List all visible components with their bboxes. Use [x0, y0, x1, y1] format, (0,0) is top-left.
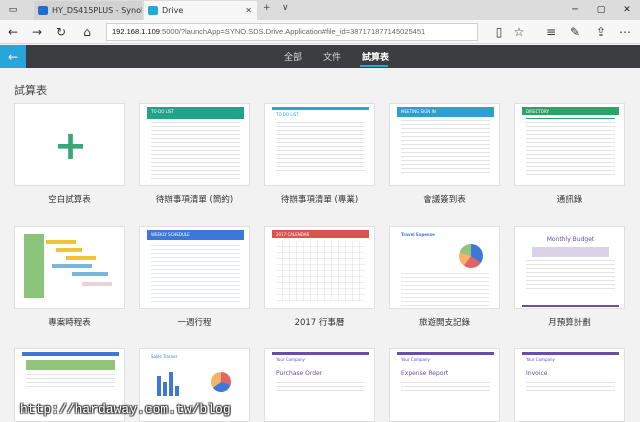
thumb-title: TO-DO LIST [147, 107, 244, 119]
tab-all[interactable]: 全部 [284, 50, 302, 63]
template-label: 一週行程 [177, 318, 212, 328]
browser-nav-bar: ← → ↻ ⌂ 192.168.1.109:5000/?launchApp=SY… [0, 20, 640, 44]
thumb-title: Sales Tracker [151, 354, 178, 359]
template-thumbnail: DIRECTORY [522, 107, 619, 185]
tab-menu-button[interactable]: ∨ [282, 3, 289, 13]
template-label: 空白試算表 [48, 195, 91, 205]
thumb-title: Travel Expense [401, 232, 435, 237]
pie-chart-icon [211, 372, 231, 392]
template-thumbnail: MEETING SIGN IN [397, 107, 494, 185]
company-name: Your Company [401, 357, 430, 362]
maximize-icon[interactable]: ▢ [588, 0, 614, 20]
template-thumbnail: TO DO LIST [272, 107, 369, 185]
template-weekly-schedule[interactable]: WEEKLY SCHEDULE [139, 226, 250, 309]
drive-favicon-icon [148, 6, 158, 15]
template-expense-report[interactable]: Your Company Expense Report [389, 348, 500, 422]
tab-title: Drive [162, 6, 184, 15]
template-travel-expense[interactable]: Travel Expense [389, 226, 500, 309]
template-invoice[interactable]: Your Company Invoice [514, 348, 625, 422]
back-arrow-icon[interactable]: ← [4, 23, 22, 41]
tab-spreadsheets[interactable]: 試算表 [362, 50, 389, 63]
thumb-title: Invoice [526, 370, 548, 377]
template-thumbnail [22, 230, 119, 308]
new-tab-button[interactable]: + [263, 3, 271, 13]
share-icon[interactable]: ⇪ [592, 23, 610, 41]
hub-icon[interactable]: ≡ [542, 23, 560, 41]
plus-icon: + [53, 122, 88, 169]
browser-tab-drive[interactable]: Drive ✕ [144, 1, 257, 20]
tab-list-icon[interactable]: ▭ [0, 0, 26, 20]
tab-documents[interactable]: 文件 [323, 50, 341, 63]
template-thumbnail: WEEKLY SCHEDULE [147, 230, 244, 308]
app-back-arrow-icon[interactable]: ← [0, 45, 26, 68]
template-thumbnail: Your Company Invoice [522, 352, 619, 421]
template-label: 旅遊開支記錄 [418, 318, 470, 328]
template-meeting-signin[interactable]: MEETING SIGN IN [389, 103, 500, 186]
template-thumbnail: 2017 CALENDAR [272, 230, 369, 308]
tab-title: HY_DS415PLUS - Synology | [52, 6, 142, 15]
template-label: 通訊錄 [556, 195, 583, 205]
template-monthly-budget[interactable]: Monthly Budget [514, 226, 625, 309]
template-todo-simple[interactable]: TO-DO LIST [139, 103, 250, 186]
template-blank[interactable]: + [14, 103, 125, 186]
forward-arrow-icon[interactable]: → [28, 23, 46, 41]
drive-app-header: ← 全部 文件 試算表 [0, 45, 640, 68]
company-name: Your Company [276, 357, 305, 362]
template-project-timeline[interactable] [14, 226, 125, 309]
section-title: 試算表 [14, 84, 47, 97]
pen-icon[interactable]: ✎ [566, 23, 584, 41]
template-directory[interactable]: DIRECTORY [514, 103, 625, 186]
template-thumbnail: TO-DO LIST [147, 107, 244, 185]
close-window-icon[interactable]: ✕ [614, 0, 640, 20]
dsm-favicon-icon [38, 6, 48, 15]
template-label: 待辦事項清單 (簡約) [155, 195, 234, 205]
close-tab-icon[interactable]: ✕ [245, 6, 252, 15]
watermark: http://hardaway.com.tw/blog [20, 402, 231, 417]
url-path: :5000/?launchApp=SYNO.SDS.Drive.Applicat… [159, 27, 426, 36]
thumb-title: 2017 CALENDAR [272, 230, 369, 238]
favorite-star-icon[interactable]: ☆ [510, 23, 528, 41]
template-thumbnail: Your Company Expense Report [397, 352, 494, 421]
thumb-title: DIRECTORY [522, 107, 619, 115]
template-todo-pro[interactable]: TO DO LIST [264, 103, 375, 186]
minimize-icon[interactable]: ─ [562, 0, 588, 20]
template-label: 待辦事項清單 (專業) [280, 195, 359, 205]
template-purchase-order[interactable]: Your Company Purchase Order [264, 348, 375, 422]
template-label: 月預算計劃 [548, 318, 591, 328]
reading-view-icon[interactable]: ▯ [490, 23, 508, 41]
refresh-icon[interactable]: ↻ [52, 23, 70, 41]
company-name: Your Company [526, 357, 555, 362]
browser-tab-strip: ▭ HY_DS415PLUS - Synology | Drive ✕ + ∨ … [0, 0, 640, 20]
thumb-title: MEETING SIGN IN [397, 107, 494, 117]
address-bar[interactable]: 192.168.1.109:5000/?launchApp=SYNO.SDS.D… [106, 23, 478, 41]
template-calendar-2017[interactable]: 2017 CALENDAR [264, 226, 375, 309]
thumb-title: Monthly Budget [546, 236, 595, 243]
template-thumbnail: Monthly Budget [522, 230, 619, 308]
browser-tab-synology[interactable]: HY_DS415PLUS - Synology | [34, 1, 142, 20]
pie-chart-icon [459, 244, 483, 268]
template-thumbnail: Your Company Purchase Order [272, 352, 369, 421]
url-host: 192.168.1.109 [112, 27, 160, 36]
home-icon[interactable]: ⌂ [78, 23, 96, 41]
thumb-title: WEEKLY SCHEDULE [147, 230, 244, 240]
template-label: 專案時程表 [48, 318, 91, 328]
thumb-title: Expense Report [401, 370, 449, 377]
template-thumbnail: Travel Expense [397, 230, 494, 308]
thumb-title: TO DO LIST [276, 112, 299, 117]
active-tab-indicator [360, 65, 388, 67]
thumb-title: Purchase Order [276, 370, 323, 377]
more-icon[interactable]: ⋯ [616, 23, 634, 41]
template-label: 2017 行事曆 [294, 318, 345, 328]
template-label: 會議簽到表 [423, 195, 466, 205]
